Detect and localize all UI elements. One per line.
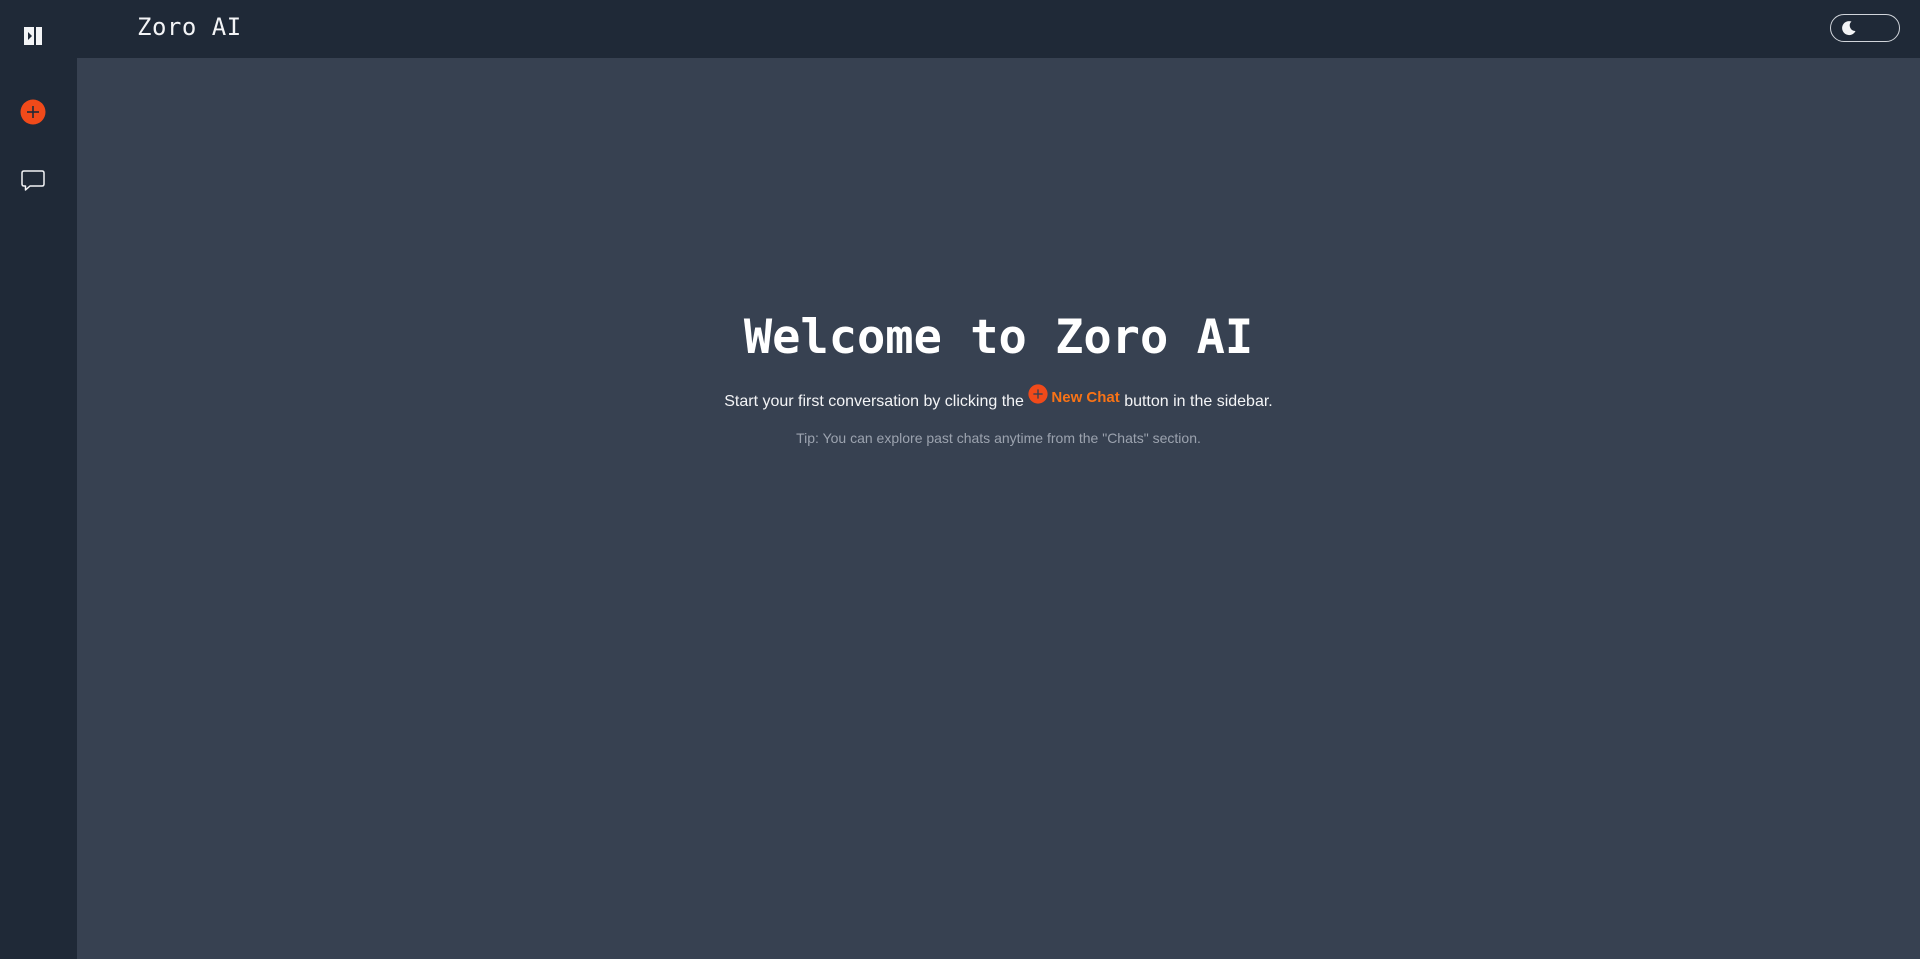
app-title: Zoro AI xyxy=(137,13,242,41)
moon-icon xyxy=(1841,20,1857,36)
app-root: Zoro AI Welcome to Zoro AI Start your fi… xyxy=(0,0,1920,959)
top-bar: Zoro AI xyxy=(77,0,1920,58)
main-content: Welcome to Zoro AI Start your first conv… xyxy=(77,58,1920,959)
plus-circle-icon xyxy=(20,99,46,125)
chat-bubble-icon xyxy=(20,167,46,193)
welcome-tip: Tip: You can explore past chats anytime … xyxy=(796,430,1201,446)
subtitle-after: button in the sidebar. xyxy=(1124,393,1273,410)
sidebar-toggle-icon xyxy=(23,26,43,46)
welcome-subtitle: Start your first conversation by clickin… xyxy=(77,384,1920,413)
subtitle-before: Start your first conversation by clickin… xyxy=(724,393,1024,410)
welcome-title: Welcome to Zoro AI xyxy=(743,310,1254,365)
sidebar xyxy=(0,0,77,959)
theme-toggle[interactable] xyxy=(1830,14,1900,42)
toggle-sidebar-button[interactable] xyxy=(18,21,48,51)
new-chat-button[interactable] xyxy=(18,97,48,127)
inline-new-chat: New Chat xyxy=(1028,384,1120,411)
welcome-panel: Welcome to Zoro AI Start your first conv… xyxy=(77,308,1920,448)
plus-circle-icon xyxy=(1028,384,1051,411)
new-chat-label: New Chat xyxy=(1051,388,1120,406)
chats-button[interactable] xyxy=(18,165,48,195)
